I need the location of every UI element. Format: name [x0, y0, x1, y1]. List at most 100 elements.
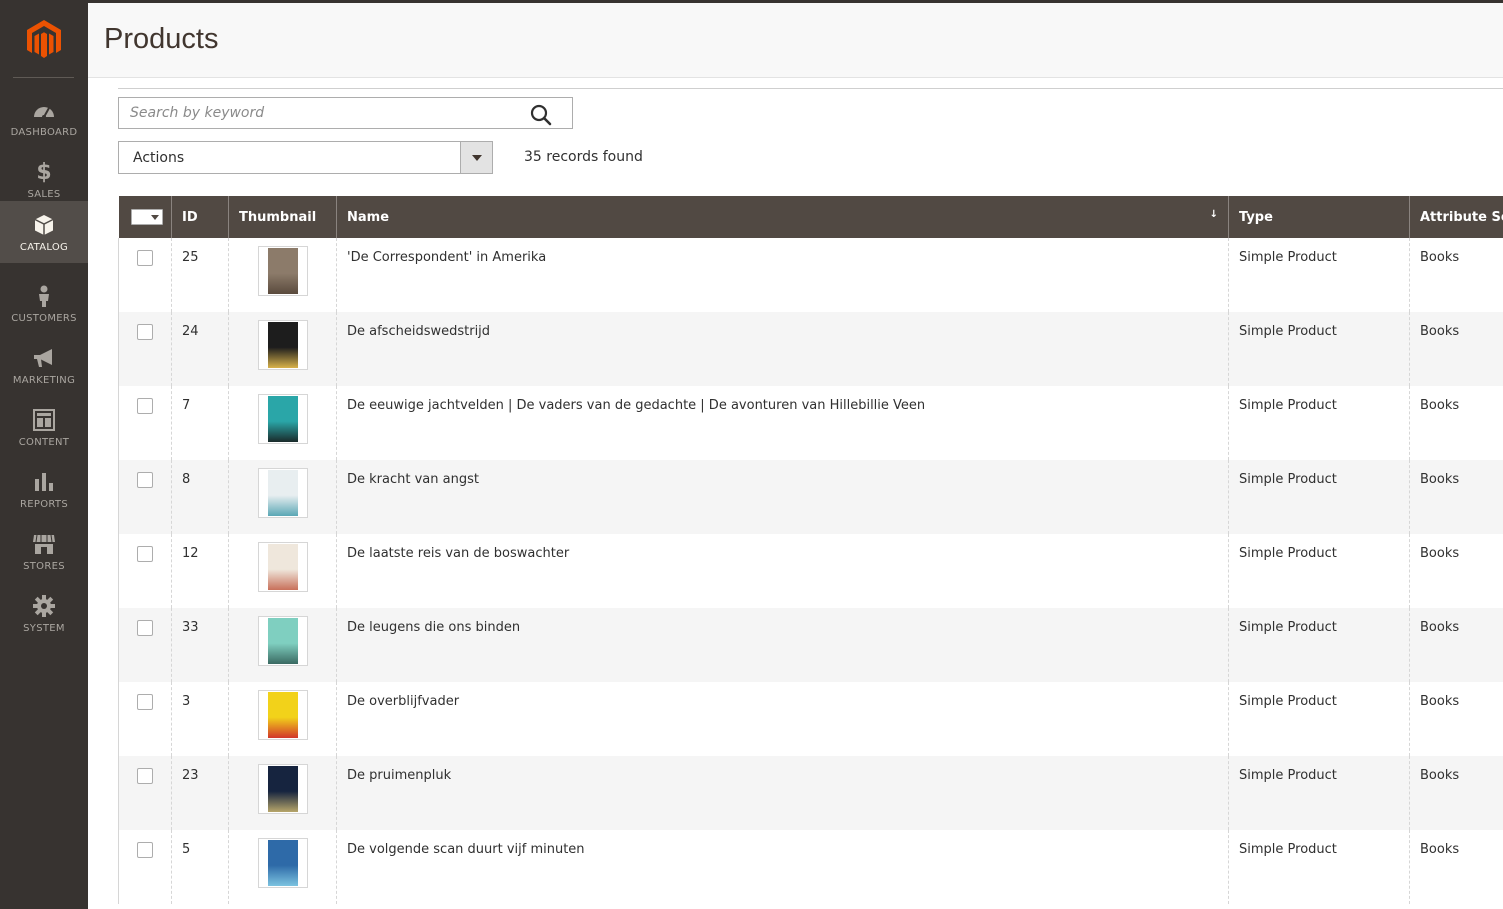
- row-checkbox[interactable]: [137, 768, 153, 784]
- product-thumbnail[interactable]: [258, 394, 308, 444]
- sort-desc-icon: ↓: [1209, 209, 1218, 220]
- cell-name: De pruimenpluk: [336, 756, 1229, 830]
- cell-attribute-set: Books: [1409, 534, 1503, 608]
- cell-id: 12: [171, 534, 229, 608]
- cell-thumbnail: [228, 830, 337, 904]
- nav-item-stores[interactable]: STORES: [0, 520, 88, 582]
- dashboard-icon: [30, 98, 58, 122]
- book-cover-image: [268, 766, 298, 812]
- table-row[interactable]: 12 De laatste reis van de boswachter Simpl…: [118, 534, 1503, 608]
- product-thumbnail[interactable]: [258, 542, 308, 592]
- product-thumbnail[interactable]: [258, 616, 308, 666]
- product-thumbnail[interactable]: [258, 320, 308, 370]
- table-row[interactable]: 5 De volgende scan duurt vijf minuten Simp…: [118, 830, 1503, 904]
- row-checkbox[interactable]: [137, 620, 153, 636]
- cell-thumbnail: [228, 608, 337, 682]
- mass-select-header: [118, 196, 172, 238]
- cell-name: De volgende scan duurt vijf minuten: [336, 830, 1229, 904]
- row-checkbox[interactable]: [137, 324, 153, 340]
- cell-attribute-set: Books: [1409, 830, 1503, 904]
- cell-attribute-set: Books: [1409, 682, 1503, 756]
- nav-label: CONTENT: [18, 437, 70, 448]
- nav-item-marketing[interactable]: MARKETING: [0, 334, 88, 396]
- column-header-attribute-set[interactable]: Attribute Set: [1409, 196, 1503, 238]
- grid-header-row: ID Thumbnail Name ↓ Type Attribute Set: [118, 196, 1503, 238]
- book-cover-image: [268, 692, 298, 738]
- nav-item-reports[interactable]: REPORTS: [0, 458, 88, 520]
- cell-type: Simple Product: [1228, 386, 1410, 460]
- cell-thumbnail: [228, 682, 337, 756]
- cell-thumbnail: [228, 386, 337, 460]
- records-count: 35 records found: [524, 149, 643, 165]
- product-thumbnail[interactable]: [258, 690, 308, 740]
- nav-label: STORES: [23, 561, 65, 572]
- product-thumbnail[interactable]: [258, 246, 308, 296]
- product-thumbnail[interactable]: [258, 468, 308, 518]
- nav-label: SYSTEM: [23, 623, 65, 634]
- cell-name: De overblijfvader: [336, 682, 1229, 756]
- nav-item-customers[interactable]: CUSTOMERS: [0, 272, 88, 334]
- cell-name: De laatste reis van de boswachter: [336, 534, 1229, 608]
- cell-id: 25: [171, 238, 229, 312]
- column-header-name[interactable]: Name ↓: [336, 196, 1229, 238]
- search-input[interactable]: [119, 98, 519, 128]
- row-checkbox[interactable]: [137, 842, 153, 858]
- row-checkbox[interactable]: [137, 250, 153, 266]
- cell-name: De afscheidswedstrijd: [336, 312, 1229, 386]
- cell-id: 24: [171, 312, 229, 386]
- magento-logo-icon[interactable]: [24, 18, 64, 62]
- column-header-id[interactable]: ID: [171, 196, 229, 238]
- book-cover-image: [268, 840, 298, 886]
- table-row[interactable]: 24 De afscheidswedstrijd Simple Product Boo…: [118, 312, 1503, 386]
- nav-item-catalog[interactable]: CATALOG: [0, 201, 88, 263]
- cell-attribute-set: Books: [1409, 238, 1503, 312]
- table-row[interactable]: 33 De leugens die ons binden Simple Produc…: [118, 608, 1503, 682]
- row-checkbox-cell: [118, 312, 172, 386]
- row-checkbox-cell: [118, 460, 172, 534]
- book-cover-image: [268, 544, 298, 590]
- book-cover-image: [268, 396, 298, 442]
- cell-type: Simple Product: [1228, 312, 1410, 386]
- row-checkbox-cell: [118, 756, 172, 830]
- page-header: Products: [88, 0, 1503, 78]
- mass-select-dropdown[interactable]: [130, 209, 163, 225]
- row-checkbox[interactable]: [137, 694, 153, 710]
- nav-item-dashboard[interactable]: DASHBOARD: [0, 86, 88, 148]
- table-row[interactable]: 7 De eeuwige jachtvelden | De vaders van …: [118, 386, 1503, 460]
- actions-dropdown[interactable]: Actions: [118, 141, 493, 174]
- row-checkbox[interactable]: [137, 398, 153, 414]
- table-row[interactable]: 3 De overblijfvader Simple Product Books: [118, 682, 1503, 756]
- product-thumbnail[interactable]: [258, 764, 308, 814]
- cell-thumbnail: [228, 312, 337, 386]
- nav-label: SALES: [27, 189, 61, 200]
- megaphone-icon: [30, 346, 58, 370]
- table-row[interactable]: 25 'De Correspondent' in Amerika Simple Pr…: [118, 238, 1503, 312]
- cell-type: Simple Product: [1228, 756, 1410, 830]
- row-checkbox-cell: [118, 682, 172, 756]
- actions-label: Actions: [133, 150, 185, 166]
- mass-select-checkbox[interactable]: [132, 210, 148, 224]
- book-cover-image: [268, 248, 298, 294]
- bar-chart-icon: [30, 470, 58, 494]
- cell-id: 23: [171, 756, 229, 830]
- cell-thumbnail: [228, 534, 337, 608]
- column-header-type[interactable]: Type: [1228, 196, 1410, 238]
- row-checkbox-cell: [118, 238, 172, 312]
- admin-sidebar: DASHBOARD $ SALES CATALOG CUSTOMERS MARK…: [0, 0, 88, 909]
- row-checkbox-cell: [118, 386, 172, 460]
- cell-attribute-set: Books: [1409, 608, 1503, 682]
- nav-item-content[interactable]: CONTENT: [0, 396, 88, 458]
- keyword-search: [118, 97, 573, 129]
- product-thumbnail[interactable]: [258, 838, 308, 888]
- table-row[interactable]: 23 De pruimenpluk Simple Product Books: [118, 756, 1503, 830]
- chevron-down-icon[interactable]: [460, 142, 492, 173]
- column-header-name-label: Name: [347, 209, 390, 225]
- table-row[interactable]: 8 De kracht van angst Simple Product Books: [118, 460, 1503, 534]
- nav-item-system[interactable]: SYSTEM: [0, 582, 88, 644]
- cell-id: 5: [171, 830, 229, 904]
- row-checkbox[interactable]: [137, 546, 153, 562]
- row-checkbox[interactable]: [137, 472, 153, 488]
- search-icon[interactable]: [530, 104, 552, 131]
- chevron-down-icon[interactable]: [148, 210, 162, 224]
- nav-label: REPORTS: [20, 499, 68, 510]
